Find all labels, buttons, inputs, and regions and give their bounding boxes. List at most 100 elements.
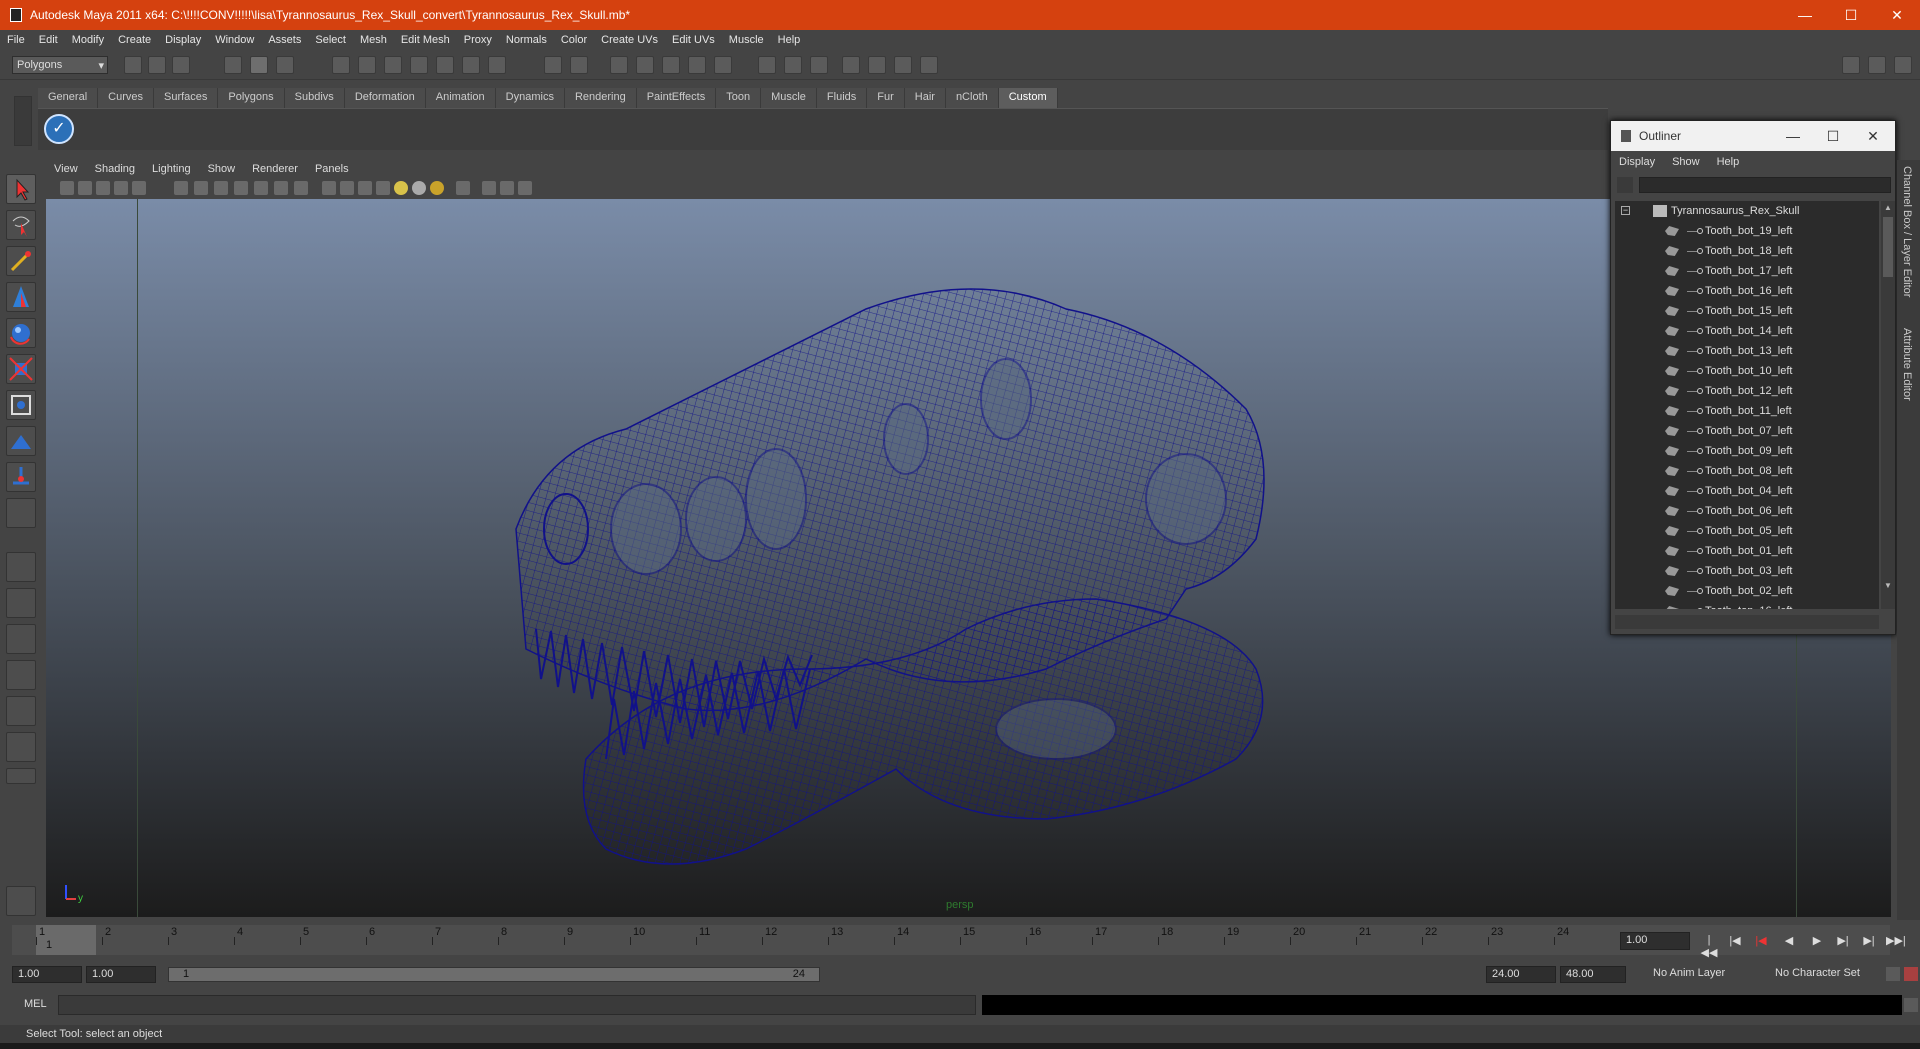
shelf-tab-polygons[interactable]: Polygons <box>218 88 285 108</box>
input-line-icon[interactable] <box>758 56 776 74</box>
xray-icon[interactable] <box>482 181 496 195</box>
show-manipulator-icon[interactable] <box>6 462 36 492</box>
layout-more-icon[interactable] <box>6 768 36 784</box>
select-camera-icon[interactable] <box>60 181 74 195</box>
menu-modify[interactable]: Modify <box>65 34 111 46</box>
menu-color[interactable]: Color <box>554 34 594 46</box>
tab-attribute-editor[interactable]: Attribute Editor <box>1901 328 1913 401</box>
playback-start-field[interactable]: 1.00 <box>86 966 156 983</box>
tab-channel-box[interactable]: Channel Box / Layer Editor <box>1901 166 1913 297</box>
scroll-thumb[interactable] <box>1883 217 1893 277</box>
resolution-gate-icon[interactable] <box>214 181 228 195</box>
viewport-menu-panels[interactable]: Panels <box>307 163 358 175</box>
menu-help[interactable]: Help <box>771 34 808 46</box>
shelf-tab-dynamics[interactable]: Dynamics <box>495 88 565 108</box>
menu-select[interactable]: Select <box>308 34 353 46</box>
tree-item-row[interactable]: Tooth_bot_07_left <box>1615 421 1879 441</box>
go-to-start-icon[interactable]: |◀◀ <box>1700 934 1718 959</box>
lock-icon[interactable] <box>544 56 562 74</box>
menu-muscle[interactable]: Muscle <box>722 34 771 46</box>
xray-components-icon[interactable] <box>518 181 532 195</box>
outliner-filter-input[interactable] <box>1639 177 1891 193</box>
menu-proxy[interactable]: Proxy <box>457 34 499 46</box>
menu-edit-mesh[interactable]: Edit Mesh <box>394 34 457 46</box>
open-scene-icon[interactable] <box>148 56 166 74</box>
snap-point-icon[interactable] <box>384 56 402 74</box>
tree-item-row[interactable]: Tooth_bot_01_left <box>1615 541 1879 561</box>
soft-mod-tool-icon[interactable] <box>6 426 36 456</box>
current-time-field[interactable]: 1.00 <box>1620 932 1690 950</box>
move-tool-icon[interactable] <box>6 282 36 312</box>
shelf-tab-general[interactable]: General <box>38 88 99 108</box>
tree-item-row[interactable]: Tooth_bot_04_left <box>1615 481 1879 501</box>
layout-outliner-persp-icon[interactable] <box>6 624 36 654</box>
tree-item-row[interactable]: Tooth_bot_11_left <box>1615 401 1879 421</box>
all-lights-icon[interactable] <box>412 181 426 195</box>
maximize-button[interactable]: ☐ <box>1828 0 1874 30</box>
step-back-key-icon[interactable]: |◀ <box>1726 934 1744 950</box>
snap-grid-icon[interactable] <box>332 56 350 74</box>
command-input[interactable] <box>58 995 976 1015</box>
shelf-tab-rendering[interactable]: Rendering <box>564 88 637 108</box>
tree-item-row[interactable]: Tooth_bot_14_left <box>1615 321 1879 341</box>
history-icon[interactable] <box>462 56 480 74</box>
layout-graph-persp-icon[interactable] <box>6 660 36 690</box>
shelf-tab-deformation[interactable]: Deformation <box>344 88 426 108</box>
menu-display[interactable]: Display <box>158 34 208 46</box>
layout-attribute-icon[interactable] <box>1868 56 1886 74</box>
tree-item-row[interactable]: Tooth_bot_15_left <box>1615 301 1879 321</box>
outliner-menu-show[interactable]: Show <box>1664 156 1709 168</box>
outliner-menu-help[interactable]: Help <box>1709 156 1749 168</box>
xray-joints-icon[interactable] <box>500 181 514 195</box>
outliner-menu-display[interactable]: Display <box>1611 156 1664 168</box>
help-icon[interactable] <box>488 56 506 74</box>
shelf-tab-subdivs[interactable]: Subdivs <box>284 88 345 108</box>
play-forward-icon[interactable]: ▶ <box>1808 934 1826 950</box>
go-to-end-icon[interactable]: ▶▶| <box>1886 934 1906 950</box>
snap-curve-icon[interactable] <box>358 56 376 74</box>
anim-layer-dropdown[interactable]: No Anim Layer <box>1648 966 1758 983</box>
tree-item-row[interactable]: Tooth_bot_08_left <box>1615 461 1879 481</box>
shelf-tab-fluids[interactable]: Fluids <box>816 88 868 108</box>
textured-icon[interactable] <box>376 181 390 195</box>
tree-item-row[interactable]: Tooth_bot_05_left <box>1615 521 1879 541</box>
safe-action-icon[interactable] <box>274 181 288 195</box>
time-slider[interactable]: 1 1 2 3 4 5 6 7 8 9 10 11 12 13 14 15 16 17 18 19 20 21 22 23 2… <box>12 925 1890 955</box>
select-component-icon[interactable] <box>276 56 294 74</box>
outliner-horizontal-scrollbar[interactable] <box>1615 615 1879 629</box>
layout-four-pane-icon[interactable] <box>6 588 36 618</box>
select-hierarchy-icon[interactable] <box>224 56 242 74</box>
lasso-tool-icon[interactable] <box>6 210 36 240</box>
collapse-icon[interactable]: − <box>1621 206 1630 215</box>
scroll-up-icon[interactable]: ▲ <box>1883 203 1893 213</box>
paint-select-tool-icon[interactable] <box>6 246 36 276</box>
shadows-icon[interactable] <box>430 181 444 195</box>
last-tool-icon[interactable] <box>6 498 36 528</box>
character-set-dropdown[interactable]: No Character Set <box>1770 966 1880 983</box>
menu-edit-uvs[interactable]: Edit UVs <box>665 34 722 46</box>
play-backward-icon[interactable]: ◀ <box>1780 934 1798 950</box>
viewport-menu-show[interactable]: Show <box>200 163 245 175</box>
shelf-tab-ncloth[interactable]: nCloth <box>945 88 999 108</box>
camera-attributes-icon[interactable] <box>78 181 92 195</box>
checkmark-icon[interactable]: ✓ <box>44 114 74 144</box>
menu-create-uvs[interactable]: Create UVs <box>594 34 665 46</box>
shelf-tab-painteffects[interactable]: PaintEffects <box>636 88 717 108</box>
script-editor-icon[interactable] <box>1904 998 1918 1012</box>
start-time-field[interactable]: 1.00 <box>12 966 82 983</box>
layout-channel-icon[interactable] <box>1894 56 1912 74</box>
viewport-menu-shading[interactable]: Shading <box>87 163 144 175</box>
shelf-tab-fur[interactable]: Fur <box>867 88 905 108</box>
scale-tool-icon[interactable] <box>6 354 36 384</box>
viewport-menu-renderer[interactable]: Renderer <box>244 163 307 175</box>
bookmark-icon[interactable] <box>96 181 110 195</box>
selection-mask-icon[interactable] <box>570 56 588 74</box>
ipr-render-icon[interactable] <box>636 56 654 74</box>
save-scene-icon[interactable] <box>172 56 190 74</box>
menu-mesh[interactable]: Mesh <box>353 34 394 46</box>
render-sequence-icon[interactable] <box>894 56 912 74</box>
select-tool-icon[interactable] <box>6 174 36 204</box>
tree-item-row[interactable]: Tooth_bot_02_left <box>1615 581 1879 601</box>
hypershade-icon[interactable] <box>688 56 706 74</box>
tree-item-row[interactable]: Tooth_bot_19_left <box>1615 221 1879 241</box>
